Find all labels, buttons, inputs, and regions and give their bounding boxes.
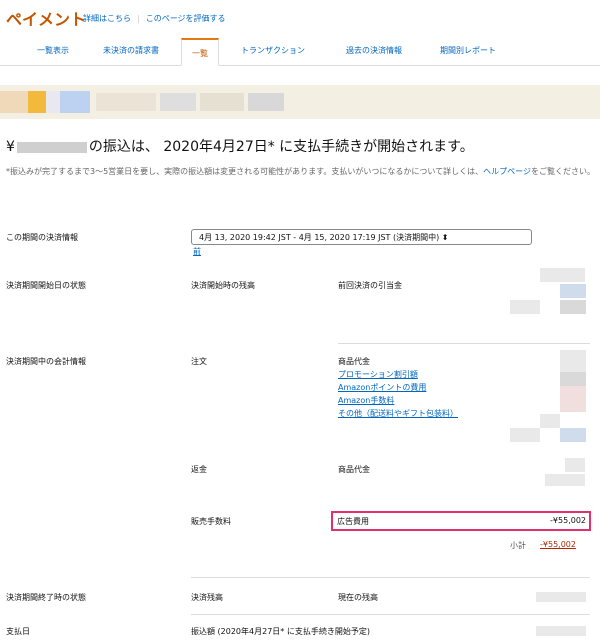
ad-cost-amount: -¥55,002	[550, 516, 586, 525]
redacted-banner	[0, 85, 600, 119]
redacted-value	[560, 284, 586, 298]
tab-list[interactable]: 一覧	[181, 38, 219, 66]
redacted-value	[560, 372, 586, 386]
redacted-value	[560, 386, 586, 412]
rate-page-link[interactable]: このページを評価する	[146, 14, 226, 23]
period-select[interactable]: 4月 13, 2020 19:42 JST - 4月 15, 2020 17:1…	[191, 229, 532, 245]
redacted-value	[545, 474, 585, 486]
subtotal-label: 小計	[510, 541, 526, 550]
redacted-amount	[16, 141, 87, 153]
previous-link[interactable]: 前	[193, 246, 201, 257]
redacted-value	[540, 414, 560, 428]
redacted-value	[560, 428, 586, 442]
start-balance-label: 決済開始時の残高	[191, 281, 255, 290]
separator: |	[137, 14, 140, 23]
page-title: ペイメント	[6, 10, 87, 29]
settlement-label: この期間の決済情報	[6, 233, 78, 242]
redacted-value	[536, 626, 586, 636]
start-state-label: 決済期間開始日の状態	[6, 281, 86, 290]
details-link[interactable]: 詳細はこちら	[83, 14, 131, 23]
tab-transactions[interactable]: トランザクション	[241, 45, 305, 56]
header-links: 詳細はこちら | このページを評価する	[83, 13, 226, 24]
order-item-fees[interactable]: Amazon手数料	[338, 395, 394, 406]
redacted-value	[540, 268, 585, 282]
redacted-value	[560, 300, 586, 314]
redacted-value	[510, 300, 540, 314]
redacted-value	[510, 428, 540, 442]
chevron-updown-icon: ⬍	[441, 233, 449, 242]
tab-past-settlements[interactable]: 過去の決済情報	[346, 45, 402, 56]
refund-label: 返金	[191, 465, 207, 474]
refund-item-sales: 商品代金	[338, 465, 370, 474]
order-item-points[interactable]: Amazonポイントの費用	[338, 382, 426, 393]
redacted-value	[536, 592, 586, 602]
tab-open-invoices[interactable]: 未決済の請求書	[103, 45, 159, 56]
tab-period-reports[interactable]: 期間別レポート	[440, 45, 496, 56]
tab-bar: 一覧表示 未決済の請求書 一覧 トランザクション 過去の決済情報 期間別レポート	[0, 38, 600, 66]
currency-symbol: ¥	[6, 139, 15, 155]
divider	[191, 577, 590, 578]
divider	[338, 343, 590, 344]
fee-label: 販売手数料	[191, 517, 231, 526]
deposit-amount-label: 振込額 (2020年4月27日* に支払手続き開始予定)	[191, 627, 370, 636]
closing-balance-label: 決済残高	[191, 593, 223, 602]
previous-reserve-label: 前回決済の引当金	[338, 281, 402, 290]
subtotal-amount[interactable]: -¥55,002	[540, 540, 576, 549]
headline-text: の振込は、 2020年4月27日* に支払手続きが開始されます。	[88, 139, 474, 155]
order-item-promotion[interactable]: プロモーション割引額	[338, 369, 418, 380]
ad-cost-label: 広告費用	[337, 517, 369, 526]
order-label: 注文	[191, 357, 207, 366]
end-state-label: 決済期間終了時の状態	[6, 593, 86, 602]
redacted-value	[565, 458, 585, 472]
order-item-other[interactable]: その他（配送料やギフト包装料）	[338, 408, 458, 419]
accounting-label: 決済期間中の会計情報	[6, 357, 86, 366]
help-page-link[interactable]: ヘルプページ	[483, 167, 531, 176]
payment-date-label: 支払日	[6, 627, 30, 636]
order-item-sales: 商品代金	[338, 357, 370, 366]
deposit-note: *振込みが完了するまで3〜5営業日を要し、実際の振込額は変更される可能性がありま…	[6, 167, 595, 176]
tab-summary[interactable]: 一覧表示	[37, 45, 69, 56]
redacted-value	[560, 350, 586, 372]
deposit-headline: ¥ の振込は、 2020年4月27日* に支払手続きが開始されます。	[6, 136, 474, 156]
current-balance-label: 現在の残高	[338, 593, 378, 602]
divider	[191, 614, 590, 615]
